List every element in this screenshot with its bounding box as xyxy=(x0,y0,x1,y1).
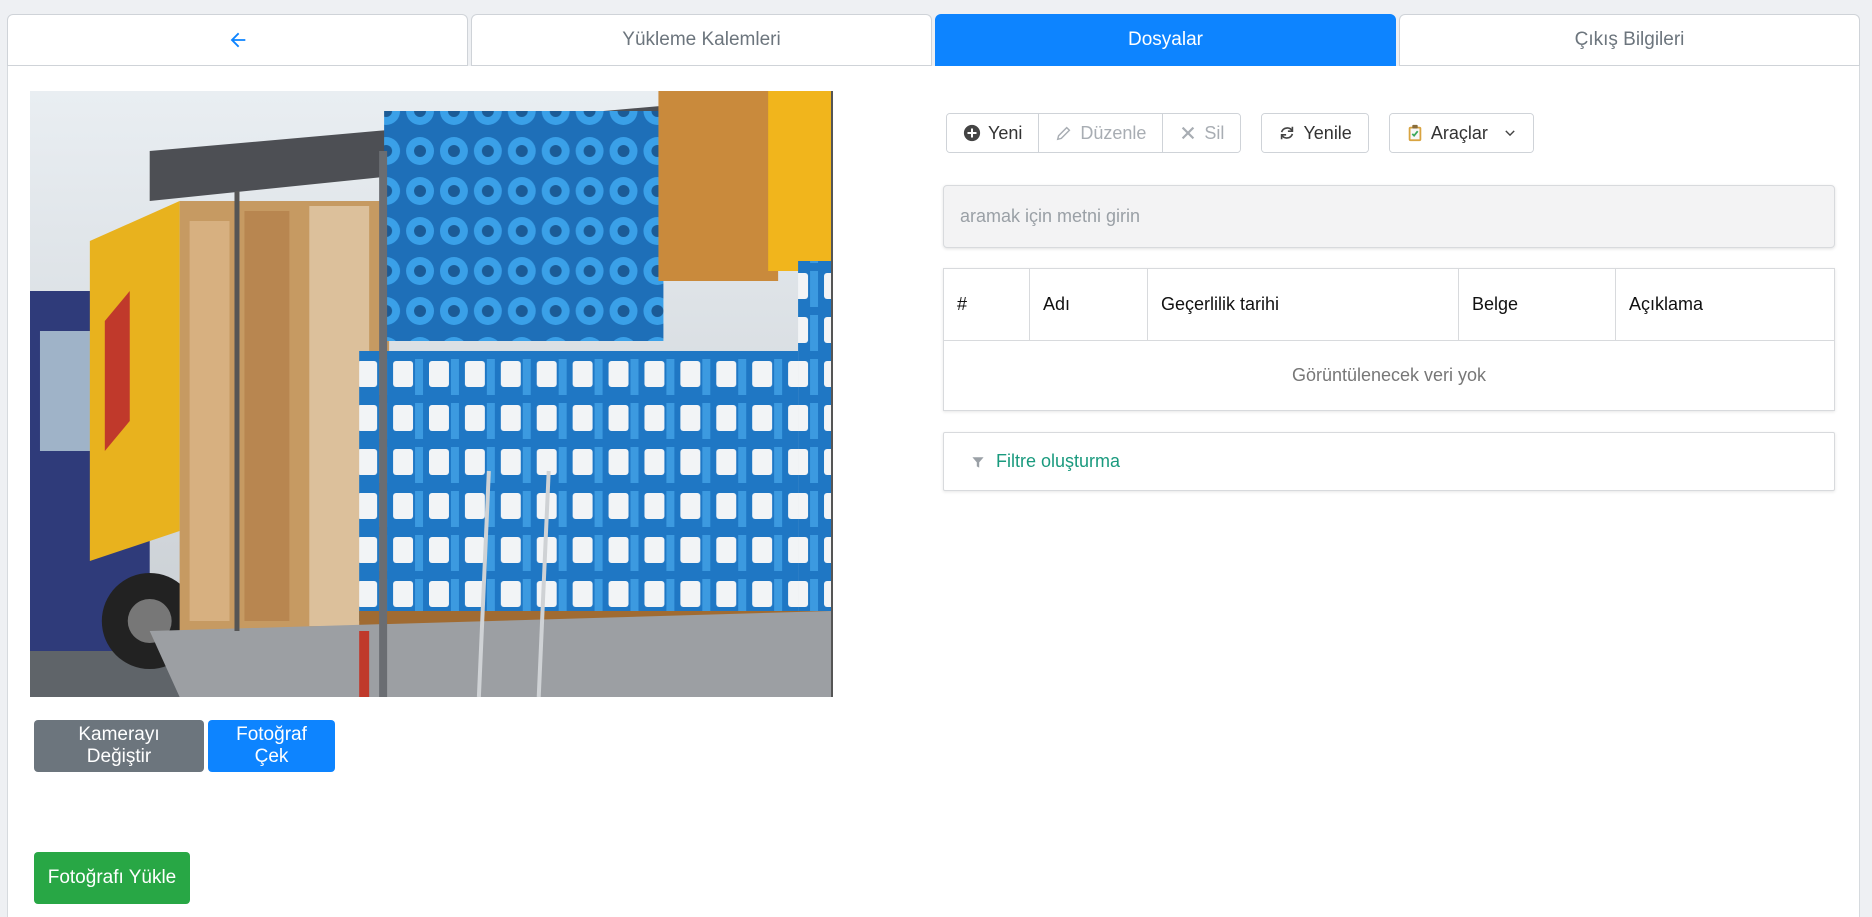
funnel-icon xyxy=(972,456,984,468)
tab-dosyalar[interactable]: Dosyalar xyxy=(935,14,1396,66)
new-button-label: Yeni xyxy=(988,122,1023,143)
tools-button-label: Araçlar xyxy=(1430,122,1488,143)
plus-circle-icon xyxy=(963,124,981,142)
column-header-description[interactable]: Açıklama xyxy=(1615,268,1835,341)
truck-photo xyxy=(30,91,831,697)
refresh-button-label: Yenile xyxy=(1303,122,1352,143)
tab-bar: Yükleme Kalemleri Dosyalar Çıkış Bilgile… xyxy=(7,14,1860,66)
crud-button-group: Yeni Düzenle Sil xyxy=(946,113,1242,153)
toolbar: Yeni Düzenle Sil Yenile Araçlar xyxy=(946,113,1534,153)
chevron-down-icon xyxy=(1505,130,1515,137)
delete-button-label: Sil xyxy=(1204,122,1225,143)
pencil-icon xyxy=(1057,126,1071,141)
tools-dropdown[interactable]: Araçlar xyxy=(1388,113,1534,153)
files-table: # Adı Geçerlilik tarihi Belge Açıklama G… xyxy=(943,268,1835,411)
edit-button-label: Düzenle xyxy=(1080,122,1147,143)
column-header-document[interactable]: Belge xyxy=(1458,268,1616,341)
upload-photo-button[interactable]: Fotoğrafı Yükle xyxy=(34,852,190,904)
column-header-number[interactable]: # xyxy=(943,268,1030,341)
refresh-button-group: Yenile xyxy=(1261,113,1369,153)
close-icon xyxy=(1182,126,1195,140)
table-header-row: # Adı Geçerlilik tarihi Belge Açıklama xyxy=(943,268,1835,341)
filter-builder-label[interactable]: Filtre oluşturma xyxy=(996,451,1120,472)
new-button[interactable]: Yeni xyxy=(947,114,1039,152)
tab-back[interactable] xyxy=(7,14,468,66)
tab-yukleme-kalemleri[interactable]: Yükleme Kalemleri xyxy=(471,14,932,66)
empty-table-message: Görüntülenecek veri yok xyxy=(1291,365,1487,385)
table-row: Görüntülenecek veri yok xyxy=(944,341,1835,411)
search-input[interactable] xyxy=(943,185,1835,248)
delete-button[interactable]: Sil xyxy=(1162,114,1241,152)
tab-cikis-bilgileri[interactable]: Çıkış Bilgileri xyxy=(1399,14,1860,66)
edit-button[interactable]: Düzenle xyxy=(1038,114,1163,152)
clipboard-icon xyxy=(1408,124,1422,142)
tools-button[interactable]: Araçlar xyxy=(1389,114,1533,152)
capture-photo-button[interactable]: Fotoğraf Çek xyxy=(208,720,335,772)
camera-preview xyxy=(30,91,833,697)
switch-camera-button[interactable]: Kamerayı Değiştir xyxy=(34,720,204,772)
filter-builder[interactable]: Filtre oluşturma xyxy=(943,432,1835,491)
refresh-icon xyxy=(1281,126,1294,140)
refresh-button[interactable]: Yenile xyxy=(1262,114,1368,152)
column-header-validity-date[interactable]: Geçerlilik tarihi xyxy=(1147,268,1459,341)
column-header-name[interactable]: Adı xyxy=(1029,268,1148,341)
arrow-left-icon xyxy=(230,32,245,48)
content-card: Kamerayı Değiştir Fotoğraf Çek Fotoğrafı… xyxy=(7,66,1860,917)
